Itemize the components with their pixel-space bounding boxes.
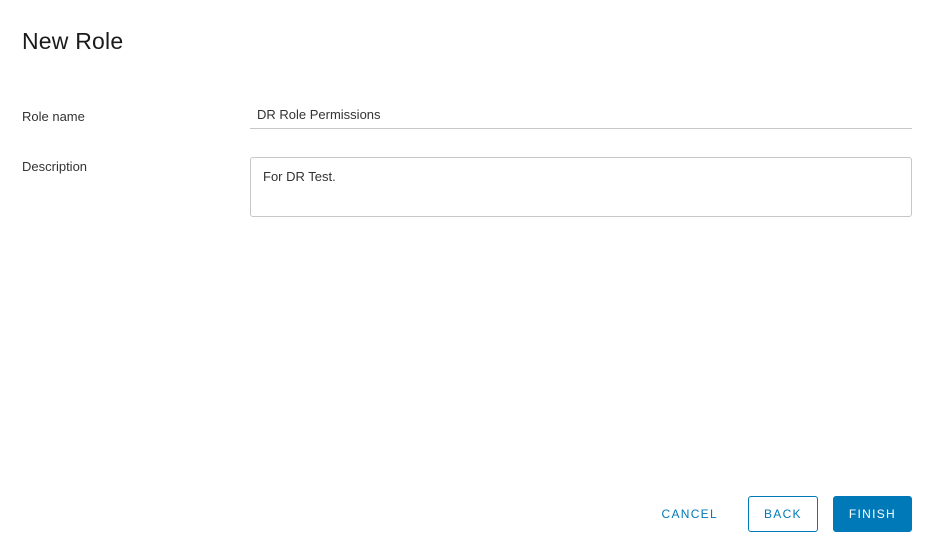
page-title: New Role	[22, 28, 934, 55]
role-name-input[interactable]	[250, 103, 912, 129]
cancel-button[interactable]: CANCEL	[646, 497, 732, 531]
role-name-label: Role name	[22, 103, 250, 124]
description-textarea[interactable]: For DR Test.	[250, 157, 912, 217]
role-name-row: Role name	[22, 103, 912, 129]
finish-button[interactable]: FINISH	[833, 496, 912, 532]
back-button[interactable]: BACK	[748, 496, 818, 532]
description-label: Description	[22, 157, 250, 174]
description-field-wrapper: For DR Test.	[250, 157, 912, 222]
role-name-field-wrapper	[250, 103, 912, 129]
button-bar: CANCEL BACK FINISH	[646, 496, 912, 532]
description-row: Description For DR Test.	[22, 157, 912, 222]
form-area: Role name Description For DR Test.	[0, 55, 934, 222]
